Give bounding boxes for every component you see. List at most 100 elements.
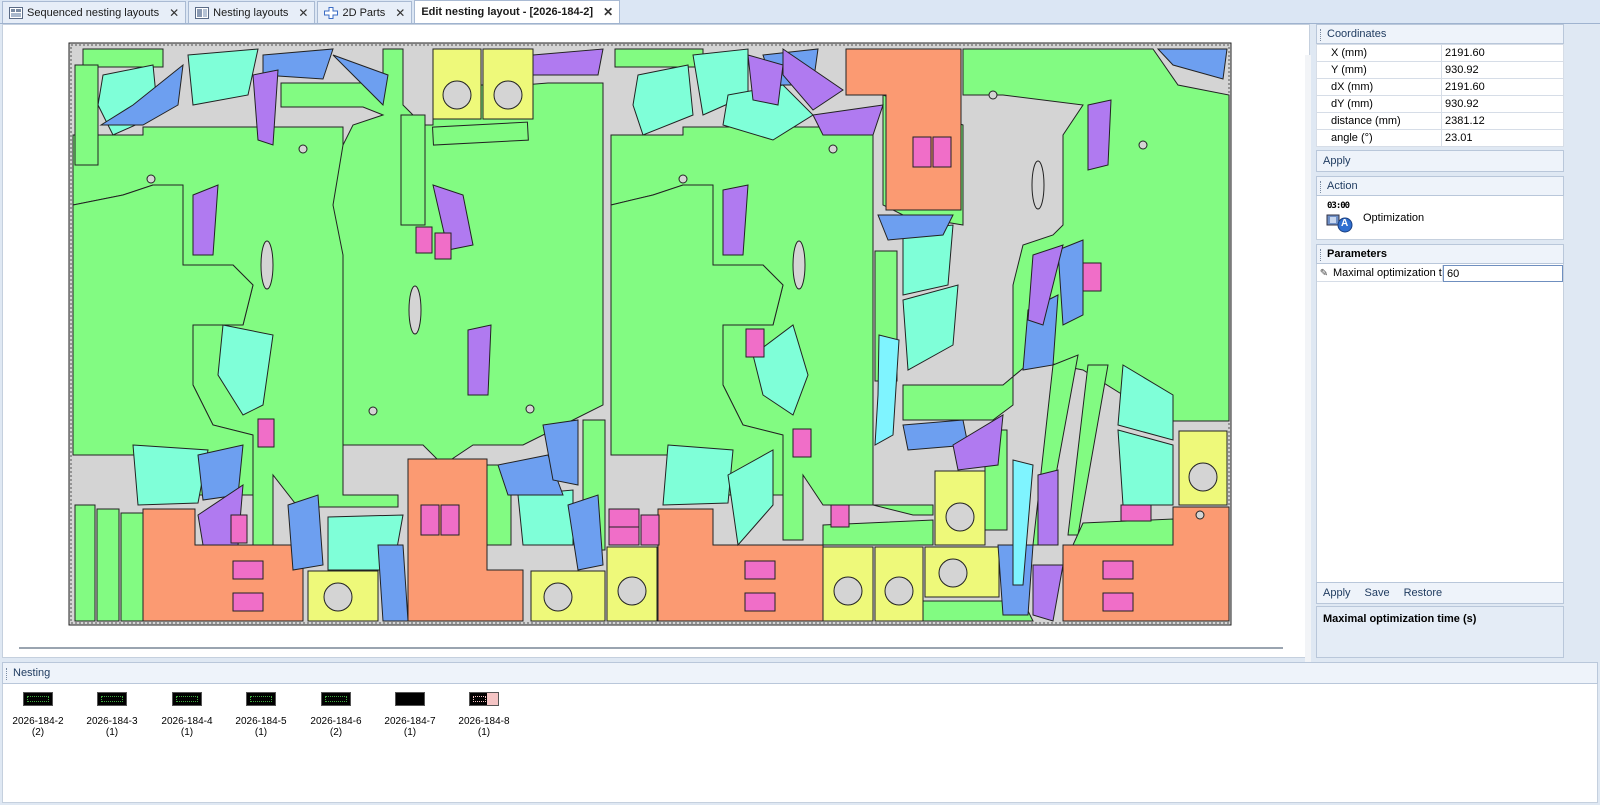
table-row: X (mm) 2191.60 (1316, 44, 1564, 62)
blue-part (287, 494, 324, 571)
vertical-scrollbar[interactable] (1305, 55, 1311, 675)
coord-value: 2191.60 (1441, 44, 1564, 62)
restore-parameters-button[interactable]: Restore (1404, 587, 1443, 599)
coord-label: X (mm) (1316, 44, 1442, 62)
nesting-list: 2026-184-2 (2) 2026-184-3 (1) 2026-184-4… (2, 684, 1598, 803)
nesting-item-count: (1) (477, 727, 491, 738)
nesting-thumbnail (321, 692, 351, 706)
parameter-help-box: Maximal optimization time (s) (1316, 606, 1564, 658)
purple-part (722, 184, 749, 256)
green-strip (82, 48, 164, 68)
pencil-icon: ✎ (1319, 267, 1329, 279)
nesting-thumbnail (172, 692, 202, 706)
green-strip (614, 48, 704, 68)
nesting-item[interactable]: 2026-184-3 (1) (77, 692, 147, 738)
parameter-row-max-optimization-time[interactable]: ✎ Maximal optimization t 60 (1317, 264, 1563, 282)
parameters-panel: Parameters ✎ Maximal optimization t 60 (1316, 244, 1564, 598)
part-cross-icon (324, 6, 339, 19)
nesting-item-count: (2) (329, 727, 343, 738)
coordinates-table: X (mm) 2191.60 Y (mm) 930.92 dX (mm) 2191.6… (1316, 44, 1564, 147)
nesting-header: Nesting (2, 662, 1598, 684)
nesting-thumbnail (395, 692, 425, 706)
green-strip (74, 64, 99, 166)
layout-list-icon (9, 6, 23, 19)
coord-value: 930.92 (1441, 95, 1564, 113)
nesting-item-count: (1) (254, 727, 268, 738)
tab-label: Nesting layouts (213, 6, 289, 19)
nesting-thumbnail (23, 692, 53, 706)
nesting-item-name: 2026-184-8 (458, 716, 510, 727)
green-strip (74, 504, 96, 622)
action-panel: Action 03:00 A Optimization (1316, 176, 1564, 240)
parameter-name: Maximal optimization t (1331, 264, 1443, 282)
nesting-item[interactable]: 2026-184-6 (2) (301, 692, 371, 738)
parameter-value-input[interactable]: 60 (1443, 264, 1563, 282)
coord-label: angle (°) (1316, 129, 1442, 147)
nesting-layout-canvas[interactable] (2, 24, 1311, 675)
close-icon[interactable]: ✕ (395, 6, 405, 20)
coord-label: dX (mm) (1316, 78, 1442, 96)
purple-part (1037, 469, 1059, 546)
tab-label: Edit nesting layout - [2026-184-2] (421, 6, 594, 18)
nesting-sheet-drawing[interactable] (3, 25, 1309, 657)
blue-part (377, 544, 409, 622)
apply-parameters-button[interactable]: Apply (1323, 587, 1351, 599)
tab-label: Sequenced nesting layouts (27, 6, 160, 19)
teal-part (517, 489, 574, 546)
nesting-item[interactable]: 2026-184-7 (1) (375, 692, 445, 738)
tab-2d-parts[interactable]: 2D Parts ✕ (317, 1, 413, 23)
properties-panel: Coordinates X (mm) 2191.60 Y (mm) 930.92 d… (1314, 24, 1600, 658)
document-tab-bar: Sequenced nesting layouts ✕ Nesting layo… (0, 0, 1600, 24)
purple-part (467, 324, 492, 396)
nesting-item-name: 2026-184-7 (384, 716, 436, 727)
nesting-item[interactable]: 2026-184-5 (1) (226, 692, 296, 738)
nesting-item-name: 2026-184-6 (310, 716, 362, 727)
coord-value: 930.92 (1441, 61, 1564, 79)
coord-label: dY (mm) (1316, 95, 1442, 113)
tab-label: 2D Parts (342, 6, 386, 19)
horizontal-scrollbar[interactable] (19, 647, 1283, 649)
nesting-item-count: (1) (180, 727, 194, 738)
nesting-thumbnail (246, 692, 276, 706)
apply-coordinates-button[interactable]: Apply (1316, 150, 1564, 172)
coord-label: distance (mm) (1316, 112, 1442, 130)
green-strip (96, 508, 120, 622)
close-icon[interactable]: ✕ (298, 6, 308, 20)
parameters-grid: ✎ Maximal optimization t 60 (1316, 264, 1564, 598)
tab-sequenced-nesting-layouts[interactable]: Sequenced nesting layouts ✕ (2, 1, 187, 23)
table-row: angle (°) 23.01 (1316, 129, 1564, 147)
green-strip (400, 114, 426, 226)
coord-value: 2191.60 (1441, 78, 1564, 96)
optimization-icon: 03:00 A (1325, 201, 1355, 233)
parameter-help-title: Maximal optimization time (s) (1323, 613, 1477, 625)
nesting-thumbnail (97, 692, 127, 706)
table-row: distance (mm) 2381.12 (1316, 112, 1564, 130)
optimization-label: Optimization (1363, 211, 1425, 224)
nesting-item[interactable]: 2026-184-4 (1) (152, 692, 222, 738)
teal-part (132, 444, 209, 506)
close-icon[interactable]: ✕ (169, 6, 179, 20)
nesting-item[interactable]: 2026-184-8 (1) (449, 692, 519, 738)
optimization-action[interactable]: 03:00 A Optimization (1316, 196, 1564, 240)
save-parameters-button[interactable]: Save (1365, 587, 1390, 599)
green-strip (1072, 518, 1174, 546)
green-strip (120, 512, 144, 622)
nesting-item[interactable]: 2026-184-2 (2) (3, 692, 73, 738)
layout-icon (195, 6, 210, 19)
coord-label: Y (mm) (1316, 61, 1442, 79)
close-icon[interactable]: ✕ (603, 5, 613, 19)
nesting-item-count: (2) (31, 727, 45, 738)
coordinates-header: Coordinates (1316, 24, 1564, 44)
purple-part (192, 184, 219, 256)
nesting-item-name: 2026-184-4 (161, 716, 213, 727)
optimization-icon-badge: A (1341, 217, 1349, 229)
parameter-actions-bar: Apply Save Restore (1316, 582, 1564, 604)
nesting-item-count: (1) (105, 727, 119, 738)
nesting-thumbnail (469, 692, 499, 706)
table-row: dY (mm) 930.92 (1316, 95, 1564, 113)
blue-part (1057, 239, 1084, 326)
purple-part (1087, 99, 1112, 171)
tab-edit-nesting-layout[interactable]: Edit nesting layout - [2026-184-2] ✕ (414, 0, 621, 23)
nesting-item-name: 2026-184-2 (12, 716, 64, 727)
tab-nesting-layouts[interactable]: Nesting layouts ✕ (188, 1, 316, 23)
